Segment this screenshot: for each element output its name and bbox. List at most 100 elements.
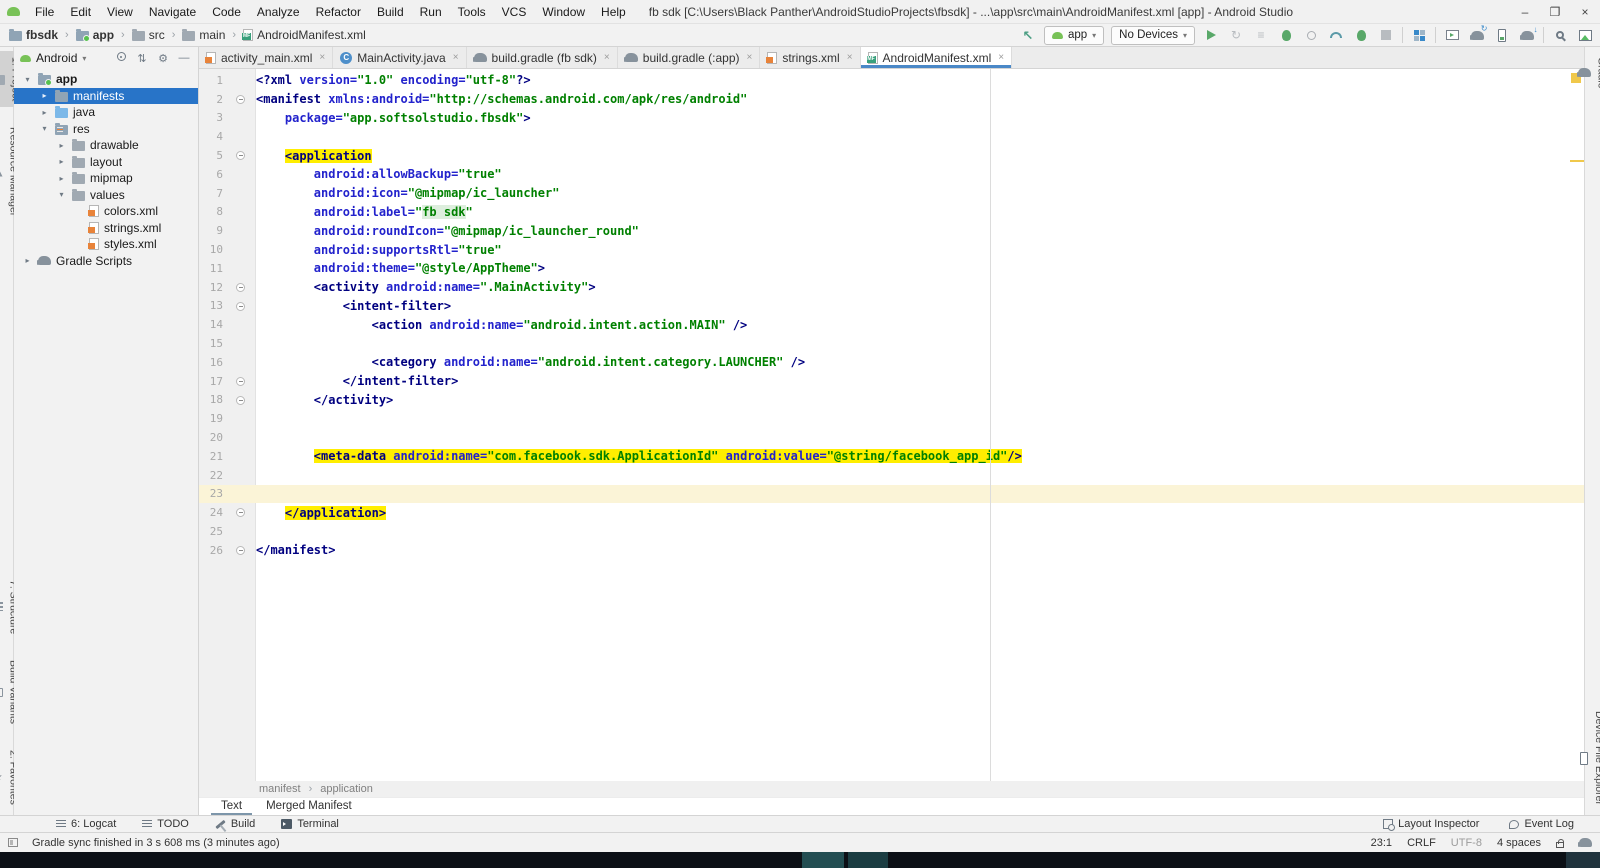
fold-gutter[interactable] [223, 334, 256, 353]
tool-window-button-todo[interactable]: TODO [142, 818, 189, 830]
tree-item-app[interactable]: ▾app [14, 71, 198, 88]
profiler-icon[interactable] [1327, 26, 1345, 44]
tab-text[interactable]: Text [211, 800, 252, 815]
tab-merged-manifest[interactable]: Merged Manifest [256, 800, 362, 815]
code-line[interactable]: 24 </application> [199, 503, 1584, 522]
code-line[interactable]: 26</manifest> [199, 541, 1584, 560]
close-icon[interactable]: × [998, 52, 1004, 63]
code-line[interactable]: 16 <category android:name="android.inten… [199, 353, 1584, 372]
tree-item-colors-xml[interactable]: colors.xml [14, 203, 198, 220]
menu-help[interactable]: Help [594, 3, 633, 21]
line-number[interactable]: 10 [199, 243, 223, 256]
window-close-button[interactable]: × [1570, 0, 1600, 24]
line-number[interactable]: 3 [199, 111, 223, 124]
tree-arrow-right-icon[interactable]: ▸ [56, 157, 67, 166]
line-number[interactable]: 11 [199, 262, 223, 275]
line-number[interactable]: 12 [199, 281, 223, 294]
code-line[interactable]: 20 [199, 428, 1584, 447]
line-number[interactable]: 2 [199, 93, 223, 106]
caret-position[interactable]: 23:1 [1371, 837, 1392, 849]
tree-item-strings-xml[interactable]: strings.xml [14, 220, 198, 237]
line-number[interactable]: 21 [199, 450, 223, 463]
fold-gutter[interactable] [223, 240, 256, 259]
fold-gutter[interactable] [223, 503, 256, 522]
fold-marker-open[interactable] [236, 151, 245, 160]
editor-tab-activity-main-xml[interactable]: activity_main.xml× [199, 47, 333, 68]
close-icon[interactable]: × [453, 52, 459, 63]
project-structure-icon[interactable] [1410, 26, 1428, 44]
fold-marker-close[interactable] [236, 546, 245, 555]
lock-icon[interactable] [1556, 842, 1564, 848]
tool-window-switcher-icon[interactable] [8, 838, 18, 847]
tree-arrow-right-icon[interactable]: ▸ [39, 108, 50, 117]
tree-item-layout[interactable]: ▸layout [14, 154, 198, 171]
menu-edit[interactable]: Edit [63, 3, 98, 21]
line-number[interactable]: 8 [199, 205, 223, 218]
tree-item-drawable[interactable]: ▸drawable [14, 137, 198, 154]
line-number[interactable]: 7 [199, 187, 223, 200]
fold-marker-open[interactable] [236, 283, 245, 292]
line-separator[interactable]: CRLF [1407, 837, 1436, 849]
line-number[interactable]: 5 [199, 149, 223, 162]
code-line[interactable]: 10 android:supportsRtl="true" [199, 240, 1584, 259]
tree-item-java[interactable]: ▸java [14, 104, 198, 121]
sdk-manager-icon[interactable] [1518, 26, 1536, 44]
device-manager-icon[interactable] [1493, 26, 1511, 44]
line-number[interactable]: 14 [199, 318, 223, 331]
menu-vcs[interactable]: VCS [495, 3, 534, 21]
line-number[interactable]: 6 [199, 168, 223, 181]
gradle-elephant-icon[interactable] [1579, 838, 1592, 847]
code-line[interactable]: 12 <activity android:name=".MainActivity… [199, 278, 1584, 297]
fold-gutter[interactable] [223, 391, 256, 410]
code-line[interactable]: 13 <intent-filter> [199, 297, 1584, 316]
fold-gutter[interactable] [223, 90, 256, 109]
tree-arrow-right-icon[interactable]: ▸ [56, 174, 67, 183]
tree-arrow-right-icon[interactable]: ▸ [39, 91, 50, 100]
menu-refactor[interactable]: Refactor [309, 3, 368, 21]
indent-setting[interactable]: 4 spaces [1497, 837, 1541, 849]
search-everywhere-icon[interactable] [1551, 26, 1569, 44]
project-view-select[interactable]: Android [36, 51, 77, 65]
fold-gutter[interactable] [223, 259, 256, 278]
run-icon[interactable] [1202, 26, 1220, 44]
code-line[interactable]: 9 android:roundIcon="@mipmap/ic_launcher… [199, 221, 1584, 240]
fold-gutter[interactable] [223, 278, 256, 297]
breadcrumb-item-androidmanifest-xml[interactable]: AndroidManifest.xml [240, 27, 369, 43]
collapse-all-icon[interactable]: ⇅ [134, 52, 150, 65]
fold-gutter[interactable] [223, 409, 256, 428]
window-minimize-button[interactable]: – [1510, 0, 1540, 24]
window-maximize-button[interactable]: ❐ [1540, 0, 1570, 24]
line-number[interactable]: 23 [199, 487, 223, 500]
line-number[interactable]: 16 [199, 356, 223, 369]
fold-gutter[interactable] [223, 109, 256, 128]
breadcrumb-item-src[interactable]: src [129, 27, 168, 43]
editor-tab-strings-xml[interactable]: strings.xml× [760, 47, 860, 68]
fold-gutter[interactable] [223, 146, 256, 165]
tree-arrow-right-icon[interactable]: ▸ [56, 141, 67, 150]
close-icon[interactable]: × [319, 52, 325, 63]
fold-gutter[interactable] [223, 184, 256, 203]
line-number[interactable]: 24 [199, 506, 223, 519]
event-log-button[interactable]: Event Log [1509, 818, 1574, 830]
line-number[interactable]: 13 [199, 299, 223, 312]
breadcrumb-application[interactable]: application [320, 783, 373, 795]
rerun-icon[interactable]: ↻ [1227, 26, 1245, 44]
code-line[interactable]: 21 <meta-data android:name="com.facebook… [199, 447, 1584, 466]
line-number[interactable]: 15 [199, 337, 223, 350]
line-number[interactable]: 20 [199, 431, 223, 444]
breadcrumb-manifest[interactable]: manifest [259, 783, 301, 795]
fold-gutter[interactable] [223, 127, 256, 146]
editor-tab-mainactivity-java[interactable]: CMainActivity.java× [333, 47, 466, 68]
device-select[interactable]: No Devices ▾ [1111, 26, 1195, 45]
code-line[interactable]: 5 <application [199, 146, 1584, 165]
breadcrumb-item-fbsdk[interactable]: fbsdk [6, 27, 61, 43]
locate-icon[interactable] [113, 52, 129, 64]
scrollbar-warning-mark[interactable] [1570, 160, 1584, 162]
code-line[interactable]: 17 </intent-filter> [199, 372, 1584, 391]
fold-gutter[interactable] [223, 203, 256, 222]
chevron-down-icon[interactable]: ▾ [82, 54, 86, 63]
stop-icon[interactable] [1377, 26, 1395, 44]
code-line[interactable]: 6 android:allowBackup="true" [199, 165, 1584, 184]
menu-view[interactable]: View [100, 3, 140, 21]
tool-window-button-6-logcat[interactable]: 6: Logcat [56, 818, 116, 830]
